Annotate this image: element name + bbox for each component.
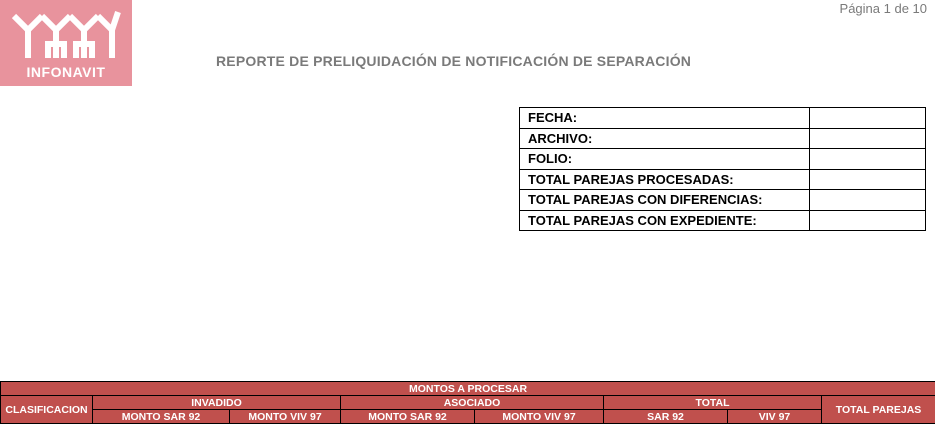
report-title: REPORTE DE PRELIQUIDACIÓN DE NOTIFICACIÓ…	[216, 53, 692, 69]
info-value	[809, 107, 926, 129]
info-row-fecha: FECHA:	[519, 107, 926, 129]
group-header-invadido: INVADIDO	[92, 395, 341, 410]
total-parejas-header: TOTAL PAREJAS	[820, 395, 935, 424]
column-header: VIV 97	[727, 409, 822, 424]
info-row-procesadas: TOTAL PAREJAS PROCESADAS:	[519, 168, 926, 190]
info-value	[809, 148, 926, 170]
info-label: TOTAL PAREJAS CON DIFERENCIAS:	[519, 189, 810, 211]
info-row-diferencias: TOTAL PAREJAS CON DIFERENCIAS:	[519, 189, 926, 211]
clasificacion-header: CLASIFICACION	[0, 395, 93, 424]
column-header: MONTO SAR 92	[92, 409, 230, 424]
column-header: MONTO SAR 92	[340, 409, 475, 424]
info-row-archivo: ARCHIVO:	[519, 127, 926, 149]
page-number: Página 1 de 10	[839, 1, 927, 16]
info-label: FOLIO:	[519, 148, 810, 170]
infonavit-logo: INFONAVIT	[0, 0, 132, 86]
group-header-total: TOTAL	[603, 395, 822, 410]
report-info-table: FECHA: ARCHIVO: FOLIO: TOTAL PAREJAS PRO…	[519, 107, 926, 231]
info-value	[809, 189, 926, 211]
info-value	[809, 209, 926, 231]
amounts-table: MONTOS A PROCESAR CLASIFICACION INVADIDO…	[0, 381, 935, 424]
logo-text: INFONAVIT	[26, 64, 106, 80]
amounts-title-row: MONTOS A PROCESAR	[0, 381, 935, 396]
amounts-column-row: MONTO SAR 92 MONTO VIV 97 MONTO SAR 92 M…	[1, 409, 935, 424]
group-header-asociado: ASOCIADO	[340, 395, 604, 410]
info-label: ARCHIVO:	[519, 127, 810, 149]
info-row-folio: FOLIO:	[519, 148, 926, 170]
info-label: TOTAL PAREJAS PROCESADAS:	[519, 168, 810, 190]
info-value	[809, 168, 926, 190]
column-header: SAR 92	[603, 409, 728, 424]
info-value	[809, 127, 926, 149]
column-header: MONTO VIV 97	[474, 409, 604, 424]
column-header: MONTO VIV 97	[229, 409, 341, 424]
amounts-title: MONTOS A PROCESAR	[0, 381, 935, 396]
info-label: TOTAL PAREJAS CON EXPEDIENTE:	[519, 209, 810, 231]
amounts-group-row: CLASIFICACION INVADIDO ASOCIADO TOTAL TO…	[0, 395, 935, 424]
info-label: FECHA:	[519, 107, 810, 129]
infonavit-house-icon	[11, 11, 121, 58]
info-row-expediente: TOTAL PAREJAS CON EXPEDIENTE:	[519, 209, 926, 231]
